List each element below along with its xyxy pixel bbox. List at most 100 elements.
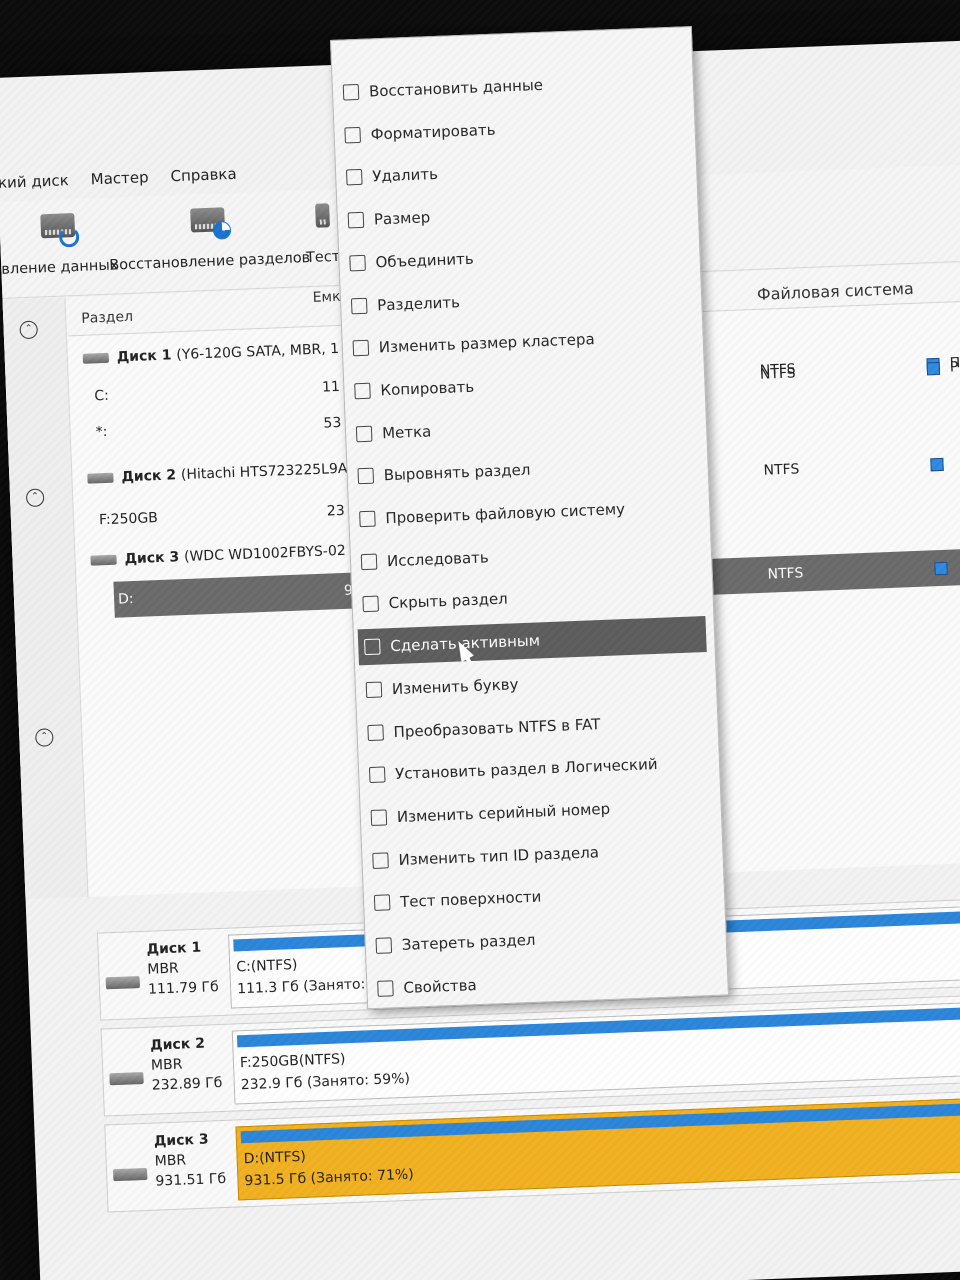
map-part-info: 931.5 Гб (Занято: 71%) <box>244 1166 414 1190</box>
serial-icon <box>370 809 388 826</box>
copy-icon <box>354 382 371 400</box>
disk-desc: (Hitachi HTS723225L9A <box>180 460 348 484</box>
collapse-icon[interactable]: ⌃ <box>19 320 39 340</box>
context-menu-item[interactable]: Размер <box>341 189 690 238</box>
type-icon <box>926 361 941 376</box>
pin-icon <box>364 638 381 656</box>
partition-name: C: <box>93 387 110 405</box>
context-menu-item[interactable]: Метка <box>349 403 698 452</box>
disk-name: Диск 3 <box>124 549 180 568</box>
context-menu-item-label: Размер <box>373 208 431 229</box>
context-menu-item-label: Тест поверхности <box>399 887 542 912</box>
map-disk-name: Диск 2 <box>149 1035 206 1054</box>
context-menu-item[interactable]: Установить раздел в Логический <box>363 744 712 793</box>
explore-icon <box>360 553 378 570</box>
context-menu-item-label: Исследовать <box>386 547 490 570</box>
split-icon <box>350 297 368 314</box>
context-menu-item-label: Свойства <box>403 975 477 997</box>
context-menu-item-label: Разделить <box>376 292 461 314</box>
hdd-icon <box>109 1072 144 1086</box>
map-partition-selected[interactable]: D:(NTFS) 931.5 Гб (Занято: 71%) <box>235 1096 960 1201</box>
context-menu-item-label: Изменить серийный номер <box>396 799 611 826</box>
collapse-icon[interactable]: ⌃ <box>35 728 54 747</box>
context-menu-item-label: Объединить <box>375 249 474 272</box>
context-menu-item[interactable]: Проверить файловую систему <box>353 488 702 537</box>
partition-fs: NTFS <box>763 461 800 479</box>
context-menu-item-label: Затереть раздел <box>401 930 536 954</box>
context-menu-item-label: Изменить букву <box>391 675 519 698</box>
map-disk-size: 931.51 Гб <box>155 1170 227 1190</box>
context-menu-item[interactable]: Сделать активным <box>357 616 707 666</box>
map-partition[interactable]: F:250GB(NTFS) 232.9 Гб (Занято: 59%) <box>231 1000 960 1105</box>
context-menu-item[interactable]: Затереть раздел <box>369 915 718 964</box>
cluster-icon <box>352 339 370 357</box>
map-part-name: C:(NTFS) <box>236 957 298 976</box>
menu-wizard[interactable]: Мастер <box>90 168 149 188</box>
format-icon <box>344 126 361 144</box>
partition-capacity: 11 <box>321 378 341 396</box>
context-menu-item[interactable]: Форматировать <box>338 104 687 153</box>
partition-fs: NTFS <box>759 365 796 383</box>
hdd-icon <box>90 554 117 566</box>
context-menu-item[interactable]: Изменить букву <box>359 659 708 708</box>
hdd-icon <box>82 352 110 364</box>
map-disk-style: MBR <box>154 1152 187 1170</box>
context-menu: Восстановить данные Форматировать Удалить Р… <box>330 26 729 1010</box>
context-menu-item-label: Установить раздел в Логический <box>394 755 658 784</box>
toolbar-label: Восстановление разделов <box>108 250 311 274</box>
resize-icon <box>347 211 365 229</box>
drive-letter-icon <box>365 681 383 698</box>
context-menu-item[interactable]: Восстановить данные <box>336 61 685 110</box>
context-menu-item[interactable]: Изменить размер кластера <box>346 317 695 366</box>
menu-help[interactable]: Справка <box>170 165 237 186</box>
disk-name: Диск 2 <box>121 467 177 486</box>
check-fs-icon <box>359 510 376 528</box>
toolbar-partition-recovery-button[interactable]: Восстановление разделов <box>107 196 311 274</box>
toolbar-data-recovery-button[interactable]: вление данных <box>0 203 119 278</box>
hdd-icon <box>87 472 114 484</box>
recover-icon <box>342 83 360 101</box>
context-menu-item[interactable]: Тест поверхности <box>367 872 716 921</box>
context-menu-item-label: Изменить размер кластера <box>378 330 595 357</box>
context-menu-item[interactable]: Изменить тип ID раздела <box>366 829 715 878</box>
screen: кий диск Мастер Справка вление данных Во… <box>0 0 960 1280</box>
context-menu-item[interactable]: Изменить серийный номер <box>364 787 713 836</box>
toolbar-label: Тест <box>305 248 341 267</box>
merge-icon <box>349 254 366 272</box>
context-menu-item-label: Копировать <box>380 377 475 400</box>
hdd-recover-icon <box>37 205 80 251</box>
surface-test-icon <box>373 894 391 912</box>
column-capacity[interactable]: Емк <box>312 289 340 306</box>
hdd-icon <box>105 976 141 990</box>
context-menu-item-label: Изменить тип ID раздела <box>398 842 600 869</box>
collapse-icon[interactable]: ⌃ <box>25 488 45 508</box>
align-icon <box>357 467 375 485</box>
map-part-name: D:(NTFS) <box>243 1148 307 1168</box>
map-disk-style: MBR <box>147 960 180 978</box>
context-menu-item[interactable]: Удалить <box>340 147 689 196</box>
column-filesystem[interactable]: Файловая система <box>757 279 915 304</box>
context-menu-item[interactable]: Разделить <box>345 275 694 324</box>
column-partition[interactable]: Раздел <box>81 309 133 327</box>
map-part-name: F:250GB(NTFS) <box>239 1051 346 1072</box>
convert-icon <box>367 723 384 741</box>
menu-disk[interactable]: кий диск <box>0 171 69 192</box>
context-menu-item[interactable]: Исследовать <box>354 531 703 580</box>
partition-name: F:250GB <box>98 510 159 529</box>
context-menu-item[interactable]: Скрыть раздел <box>356 573 705 622</box>
context-menu-item[interactable]: Копировать <box>348 360 697 409</box>
usage-bar <box>240 1101 960 1144</box>
disk-name: Диск 1 <box>116 347 172 366</box>
context-menu-item-label: Восстановить данные <box>368 75 544 101</box>
map-disk-name: Диск 3 <box>153 1131 209 1150</box>
context-menu-item[interactable]: Объединить <box>343 232 692 281</box>
context-menu-item[interactable]: Выровнять раздел <box>351 445 700 494</box>
context-menu-item-label: Выровнять раздел <box>383 460 531 485</box>
hide-icon <box>362 595 379 613</box>
partition-name: *: <box>95 423 108 441</box>
context-menu-item[interactable]: Преобразовать NTFS в FAT <box>361 701 710 750</box>
disk-desc: (Y6-120G SATA, MBR, 1 <box>176 340 340 364</box>
partition-capacity: 53 <box>323 414 342 432</box>
context-menu-item-label: Удалить <box>371 165 439 186</box>
map-disk-size: 111.79 Гб <box>147 979 219 998</box>
